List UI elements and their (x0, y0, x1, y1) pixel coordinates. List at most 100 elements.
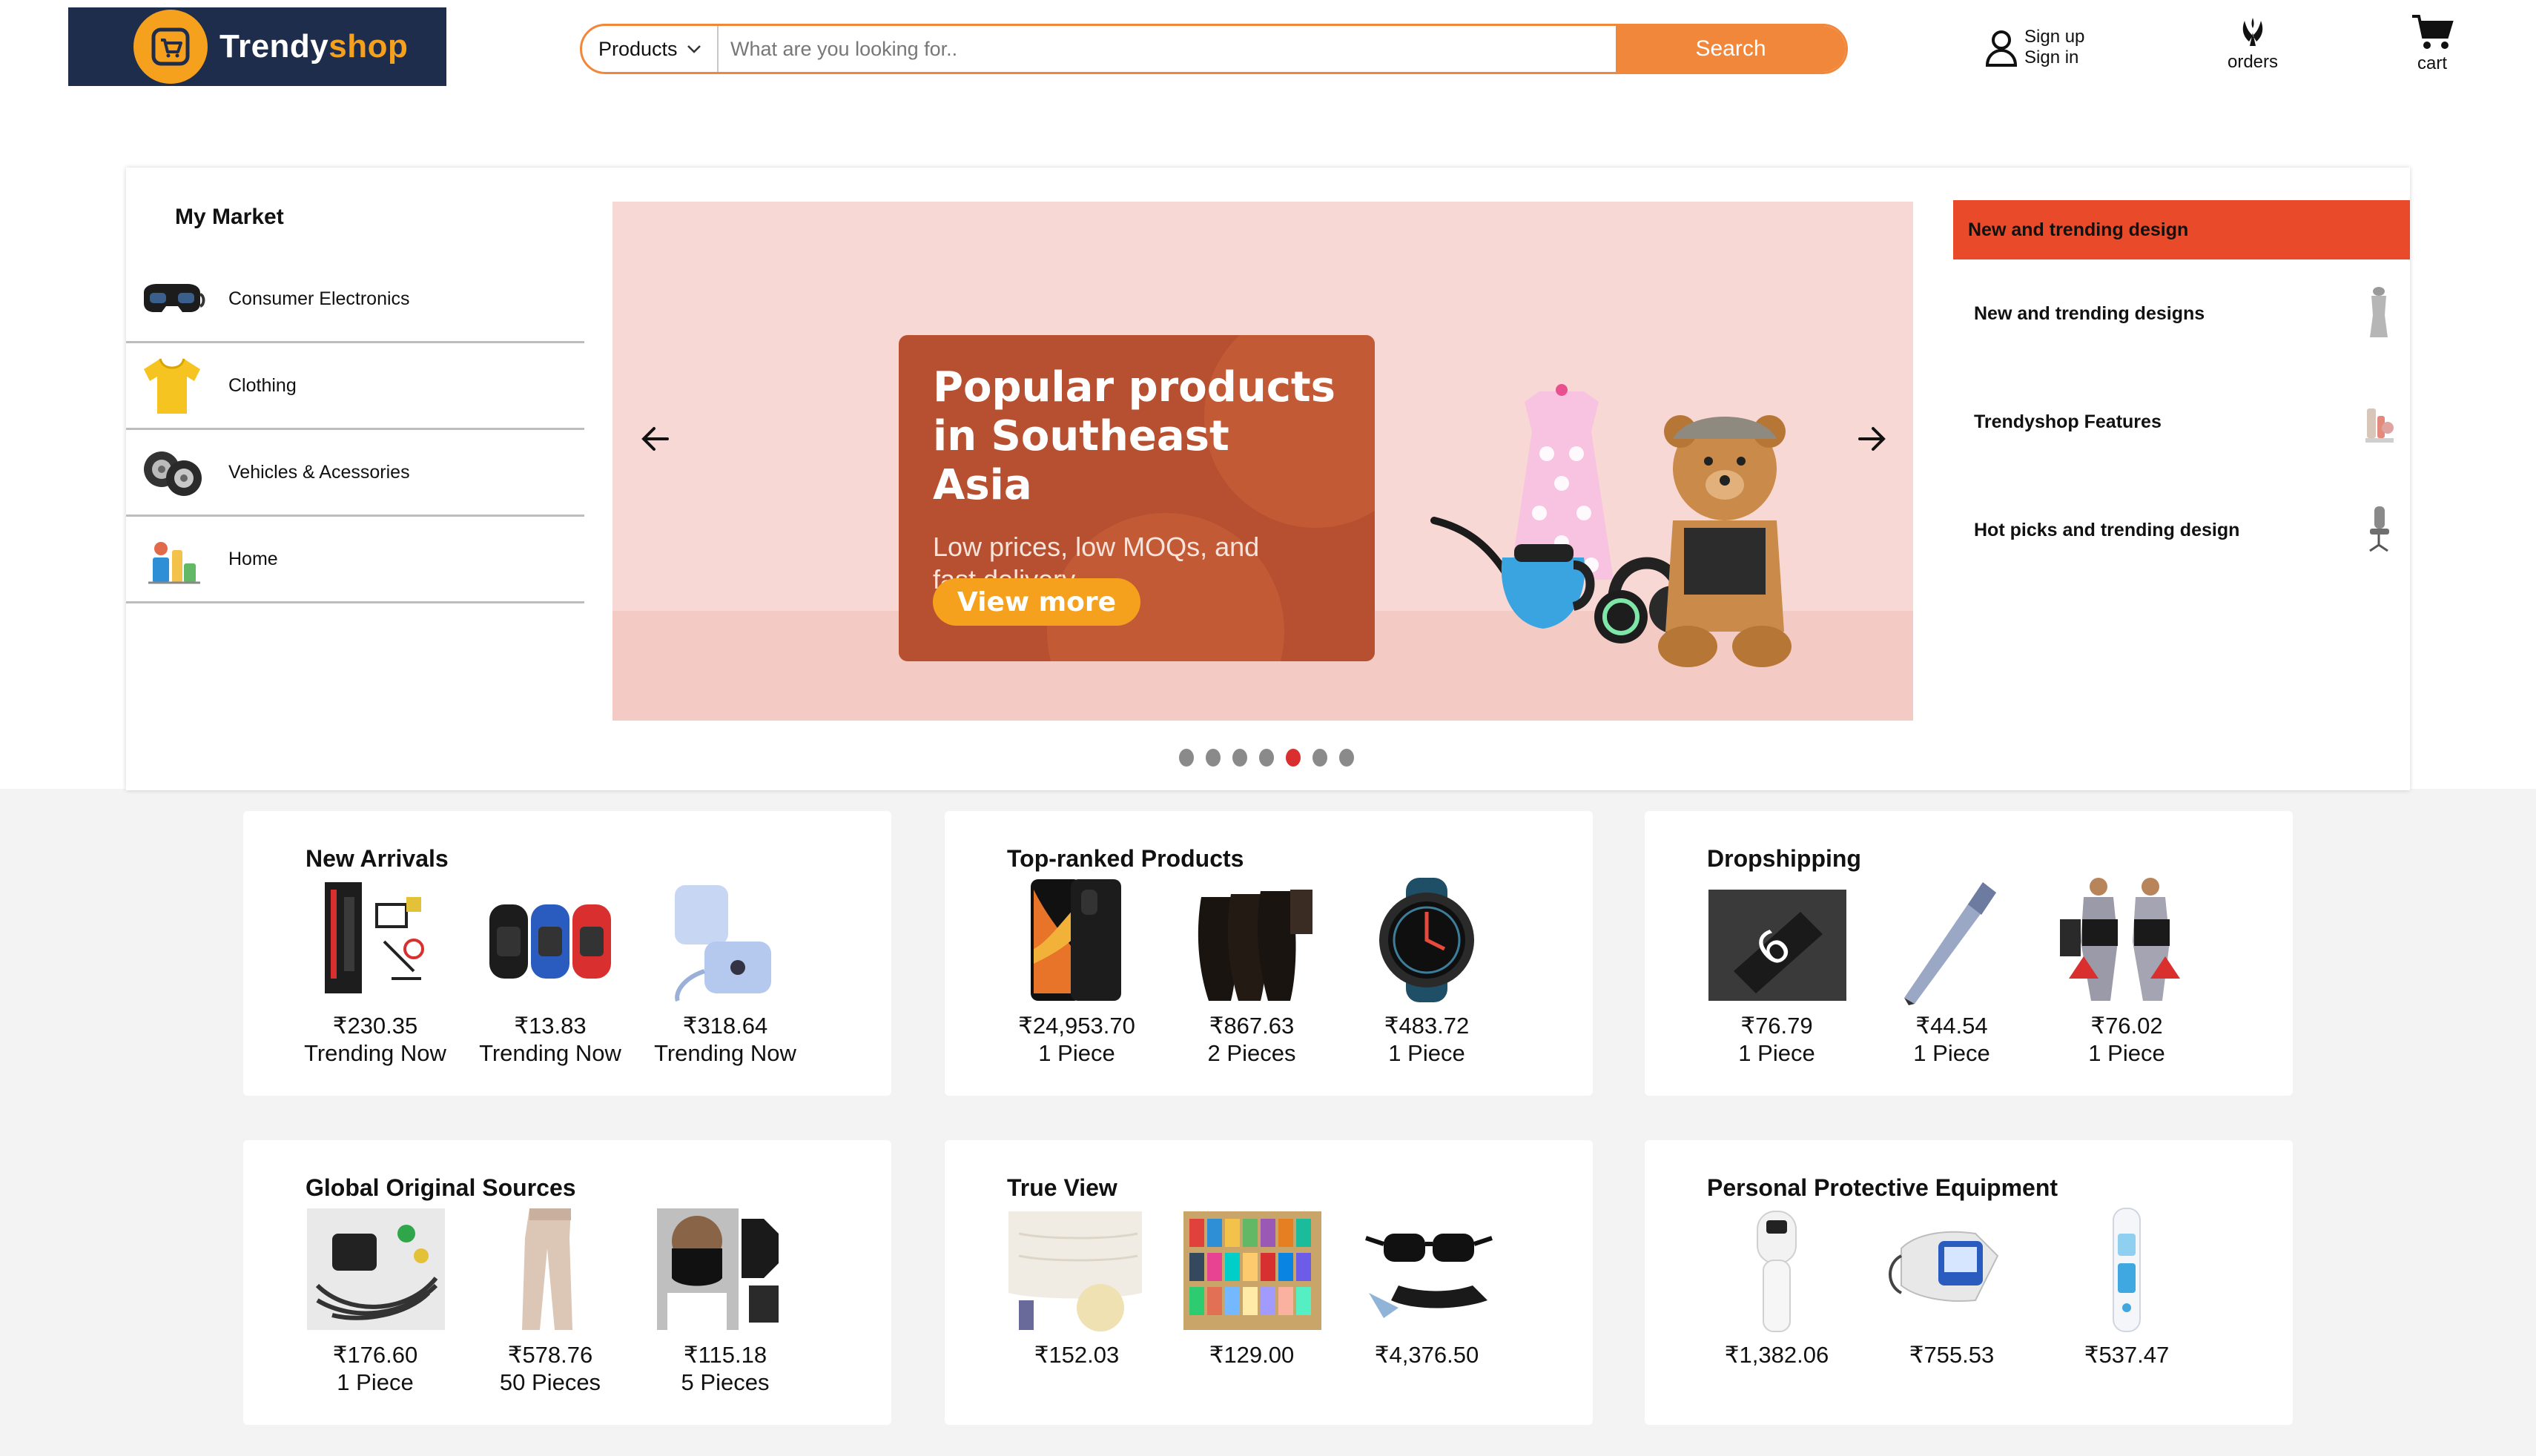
banner-products-illustration (1430, 384, 1792, 667)
sign-in-link[interactable]: Sign in (2024, 47, 2084, 68)
product-note: 50 Pieces (499, 1369, 601, 1395)
section-card-new-arrivals: New Arrivals ₹230.35 Trending Now ₹13.83… (243, 811, 891, 1096)
search-bar: Products Search (580, 24, 1848, 74)
product-item[interactable]: ₹755.53 (1864, 1204, 2039, 1369)
carousel-dot[interactable] (1232, 749, 1247, 767)
promo-banner-carousel[interactable]: Popular products in Southeast Asia Low p… (612, 202, 1913, 721)
product-item[interactable]: ₹76.02 1 Piece (2039, 875, 2214, 1068)
cart-label: cart (2417, 53, 2447, 73)
trending-item-hot-picks[interactable]: Hot picks and trending design (1953, 476, 2410, 584)
market-item-clothing[interactable]: Clothing (126, 343, 584, 430)
smart-band-icon (476, 875, 624, 1005)
product-price: ₹44.54 (1915, 1013, 1988, 1039)
product-item[interactable]: ₹578.76 50 Pieces (463, 1204, 638, 1397)
product-price: ₹867.63 (1209, 1013, 1295, 1039)
product-price: ₹1,382.06 (1724, 1342, 1829, 1368)
section-title: Personal Protective Equipment (1707, 1174, 2058, 1201)
product-item[interactable]: ₹318.64 Trending Now (638, 875, 813, 1068)
product-item[interactable]: ₹1,382.06 (1689, 1204, 1864, 1369)
ear-thermometer-icon (2053, 1204, 2201, 1334)
fabric-roll-icon (1003, 1204, 1151, 1334)
trending-item-designs[interactable]: New and trending designs (1953, 259, 2410, 368)
trending-item-features[interactable]: Trendyshop Features (1953, 368, 2410, 476)
product-item[interactable]: ₹537.47 (2039, 1204, 2214, 1369)
cart-link[interactable]: cart (2400, 13, 2465, 74)
product-item[interactable]: ₹129.00 (1164, 1204, 1339, 1369)
hair-bundle-icon (1178, 875, 1326, 1005)
trending-item-label: New and trending designs (1974, 302, 2205, 324)
carousel-prev-button[interactable] (633, 417, 678, 461)
section-title: True View (1007, 1174, 1117, 1201)
view-more-button[interactable]: View more (933, 578, 1140, 626)
stylus-pen-icon (1878, 875, 2026, 1005)
carousel-dot[interactable] (1259, 749, 1274, 767)
market-item-label: Clothing (228, 374, 297, 396)
banner-promo-card: Popular products in Southeast Asia Low p… (899, 335, 1375, 661)
product-item[interactable]: ₹24,953.70 1 Piece (989, 875, 1164, 1068)
product-price: ₹129.00 (1209, 1342, 1295, 1368)
carousel-dot-active[interactable] (1286, 749, 1301, 767)
section-items: ₹176.60 1 Piece ₹578.76 50 Pieces ₹115.1… (288, 1204, 813, 1397)
carousel-dot[interactable] (1312, 749, 1327, 767)
office-chair-icon (2369, 506, 2389, 552)
carousel-next-button[interactable] (1849, 417, 1894, 461)
arrow-right-icon (1858, 427, 1886, 451)
search-button[interactable]: Search (1616, 26, 1846, 72)
site-logo[interactable]: Trendyshop (68, 7, 446, 86)
cosmetics-icon (2365, 408, 2394, 443)
product-item[interactable]: ₹115.18 5 Pieces (638, 1204, 813, 1397)
blood-pressure-monitor-icon (1878, 1204, 2026, 1334)
orders-link[interactable]: orders (2219, 15, 2287, 73)
market-item-consumer-electronics[interactable]: Consumer Electronics (126, 257, 584, 343)
smart-glasses-icon (1353, 1204, 1501, 1334)
product-price: ₹578.76 (507, 1342, 593, 1368)
banner-subtitle-line: Low prices, low MOQs, and (933, 532, 1260, 562)
product-price: ₹76.79 (1740, 1013, 1813, 1039)
market-item-label: Consumer Electronics (228, 288, 410, 309)
section-items: 6 ₹76.79 1 Piece ₹44.54 1 Piece ₹76.02 1… (1689, 875, 2214, 1068)
page: Trendyshop Products Search Sign up Sign … (0, 0, 2536, 1456)
chevron-down-icon (687, 45, 701, 53)
product-item[interactable]: ₹44.54 1 Piece (1864, 875, 2039, 1068)
product-price: ₹4,376.50 (1374, 1342, 1479, 1368)
carousel-dot[interactable] (1206, 749, 1221, 767)
sign-up-link[interactable]: Sign up (2024, 27, 2084, 47)
section-title: New Arrivals (306, 845, 449, 872)
product-item[interactable]: ₹867.63 2 Pieces (1164, 875, 1339, 1068)
market-item-home[interactable]: Home (126, 517, 584, 603)
cable-kit-icon (301, 1204, 449, 1334)
product-note: 5 Pieces (681, 1369, 770, 1395)
product-price: ₹483.72 (1384, 1013, 1470, 1039)
band-box-icon: 6 (1703, 875, 1851, 1005)
search-category-select[interactable]: Products (582, 26, 719, 72)
product-item[interactable]: 6 ₹76.79 1 Piece (1689, 875, 1864, 1068)
product-item[interactable]: ₹13.83 Trending Now (463, 875, 638, 1068)
trending-item-label: Trendyshop Features (1974, 411, 2162, 432)
product-note: 1 Piece (337, 1369, 414, 1395)
market-item-vehicles[interactable]: Vehicles & Acessories (126, 430, 584, 517)
cart-icon (2412, 15, 2454, 49)
section-items: ₹1,382.06 ₹755.53 ₹537.47 (1689, 1204, 2214, 1369)
leggings-icon (476, 1204, 624, 1334)
product-item[interactable]: ₹176.60 1 Piece (288, 1204, 463, 1397)
banner-title: Popular products in Southeast Asia (933, 363, 1341, 510)
product-note: Trending Now (304, 1040, 446, 1066)
product-item[interactable]: ₹4,376.50 (1339, 1204, 1514, 1369)
smartwatch-icon (1353, 875, 1501, 1005)
search-input[interactable] (719, 26, 1616, 72)
product-item[interactable]: ₹230.35 Trending Now (288, 875, 463, 1068)
product-note: 1 Piece (1738, 1040, 1815, 1066)
product-price: ₹537.47 (2084, 1342, 2170, 1368)
product-note: 1 Piece (1038, 1040, 1115, 1066)
account-menu[interactable]: Sign up Sign in (1984, 27, 2084, 68)
orders-label: orders (2227, 52, 2279, 72)
section-title: Top-ranked Products (1007, 845, 1244, 872)
cart-logo-icon (133, 10, 208, 84)
tire-icon (136, 440, 208, 505)
carousel-pagination (1179, 749, 1354, 767)
product-item[interactable]: ₹152.03 (989, 1204, 1164, 1369)
carousel-dot[interactable] (1179, 749, 1194, 767)
product-item[interactable]: ₹483.72 1 Piece (1339, 875, 1514, 1068)
product-note: 2 Pieces (1207, 1040, 1296, 1066)
carousel-dot[interactable] (1339, 749, 1354, 767)
